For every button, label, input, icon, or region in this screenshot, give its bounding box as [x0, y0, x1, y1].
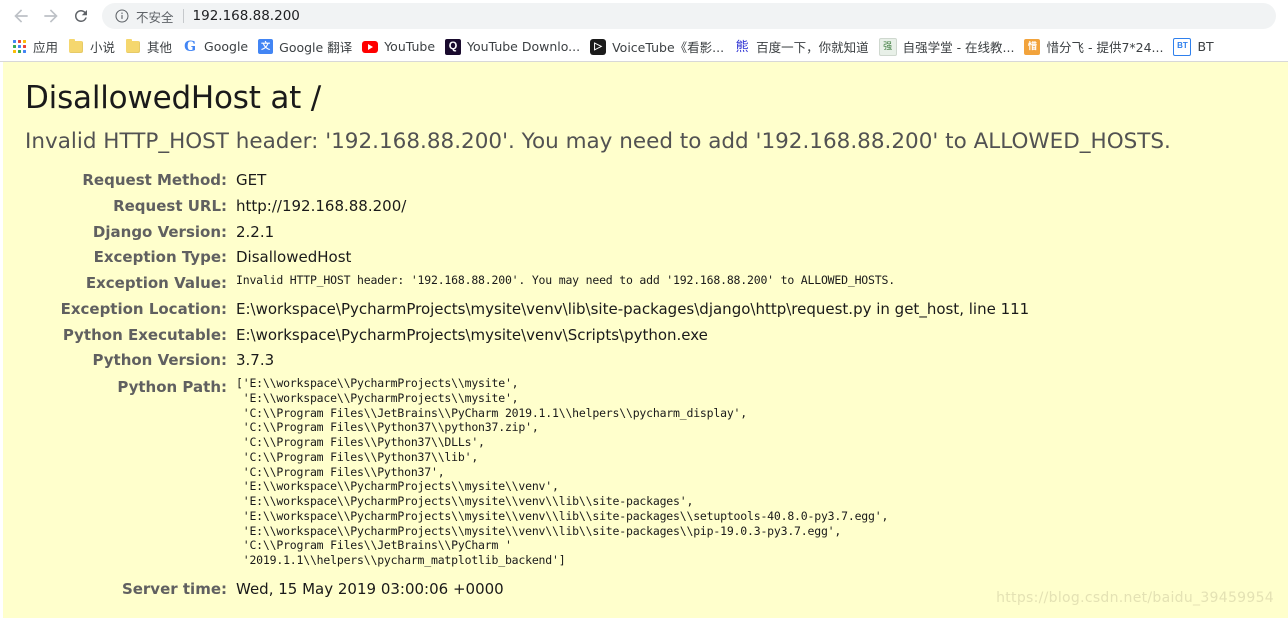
row-value: 2.2.1 [236, 222, 275, 241]
row-value: 3.7.3 [236, 351, 275, 370]
ziqiang-icon: 强 [878, 37, 897, 56]
bookmark-ziqiang[interactable]: 强 自强学堂 - 在线教... [876, 35, 1022, 59]
error-details-table: Request Method: GET Request URL: http://… [3, 168, 1030, 603]
bookmark-label: Google [204, 39, 249, 54]
bookmark-label: 其他 [147, 40, 173, 55]
row-value: E:\workspace\PycharmProjects\mysite\venv… [236, 299, 1030, 318]
row-label: Request Method: [82, 171, 227, 189]
bookmark-folder-xiaoshuo[interactable]: 小说 [65, 35, 122, 59]
bookmark-apps[interactable]: 应用 [8, 35, 65, 59]
bookmarks-bar: 应用 小说 其他 G Google 文 Google 翻译 YouTube Q … [0, 32, 1288, 62]
row-value: E:\workspace\PycharmProjects\mysite\venv… [236, 325, 708, 344]
row-label: Request URL: [113, 196, 227, 215]
bookmark-label: 百度一下，你就知道 [756, 40, 869, 55]
row-label: Python Version: [92, 351, 227, 370]
google-icon: G [184, 38, 197, 55]
row-value: GET [236, 171, 267, 189]
browser-chrome: 不安全 192.168.88.200 应用 小说 其他 G Google 文 G… [0, 0, 1288, 62]
bookmark-xifenfei[interactable]: 惜 惜分飞 - 提供7*24... [1021, 35, 1170, 59]
table-row: Request Method: GET [3, 168, 1029, 194]
bookmark-label: 惜分飞 - 提供7*24... [1046, 40, 1164, 55]
row-value: DisallowedHost [236, 248, 352, 267]
row-label: Exception Location: [60, 299, 227, 318]
row-value: http://192.168.88.200/ [236, 196, 407, 215]
google-translate-icon: 文 [258, 39, 274, 54]
row-label: Exception Type: [93, 248, 227, 267]
bookmark-label: Google 翻译 [279, 40, 353, 55]
error-details-body: Request Method: GET Request URL: http://… [3, 168, 1030, 603]
table-row: Request URL: http://192.168.88.200/ [3, 194, 1029, 220]
folder-icon [68, 38, 84, 55]
baidu-icon: 熊 [735, 39, 749, 54]
table-row: Python Executable: E:\workspace\PycharmP… [3, 323, 1029, 349]
row-label: Exception Value: [85, 274, 227, 292]
omnibox-divider [182, 9, 184, 23]
youtube-downloader-icon: Q [445, 38, 462, 55]
table-row-python-path: Python Path: ['E:\\workspace\\PycharmPro… [3, 374, 1029, 570]
row-label: Python Executable: [62, 325, 227, 344]
reload-icon [72, 7, 90, 25]
address-bar[interactable]: 不安全 192.168.88.200 [102, 3, 1276, 29]
table-row: Exception Value: Invalid HTTP_HOST heade… [3, 271, 1029, 297]
youtube-icon [362, 40, 379, 53]
bookmark-label: YouTube Downlo... [467, 39, 581, 54]
row-label: Python Path: [117, 378, 227, 396]
table-row: Exception Location: E:\workspace\Pycharm… [3, 297, 1030, 323]
row-value: Wed, 15 May 2019 03:00:06 +0000 [236, 579, 504, 598]
browser-toolbar: 不安全 192.168.88.200 [0, 0, 1288, 32]
reload-button[interactable] [66, 2, 96, 30]
bookmark-label: 应用 [33, 40, 59, 55]
row-value: ['E:\\workspace\\PycharmProjects\\mysite… [236, 374, 1029, 570]
bookmark-youtube-downloader[interactable]: Q YouTube Downlo... [442, 35, 587, 59]
back-button[interactable] [6, 2, 36, 30]
table-row: Django Version: 2.2.1 [3, 220, 1029, 246]
bookmark-voicetube[interactable]: ▷ VoiceTube《看影... [587, 35, 731, 59]
forward-arrow-icon [41, 6, 61, 26]
table-row: Python Version: 3.7.3 [3, 348, 1029, 374]
apps-grid-icon [11, 39, 27, 55]
bookmark-google-translate[interactable]: 文 Google 翻译 [255, 35, 359, 59]
bookmark-label: 小说 [90, 40, 116, 55]
xifenfei-icon: 惜 [1024, 38, 1041, 55]
security-status-label: 不安全 [136, 9, 174, 25]
bookmark-label: 自强学堂 - 在线教... [902, 40, 1015, 55]
bturl-icon: BT [1173, 37, 1192, 56]
folder-icon [125, 38, 141, 55]
bookmark-label: BT [1197, 39, 1214, 54]
row-value: Invalid HTTP_HOST header: '192.168.88.20… [236, 273, 895, 287]
bookmark-baidu[interactable]: 熊 百度一下，你就知道 [731, 35, 876, 59]
table-row: Exception Type: DisallowedHost [3, 245, 1029, 271]
bookmark-google[interactable]: G Google [179, 35, 255, 59]
bookmark-label: VoiceTube《看影... [612, 40, 725, 55]
bookmark-label: YouTube [384, 39, 436, 54]
row-label: Server time: [121, 579, 227, 598]
page-title: DisallowedHost at / [25, 80, 322, 116]
error-summary: Invalid HTTP_HOST header: '192.168.88.20… [25, 129, 1171, 154]
bookmark-youtube[interactable]: YouTube [359, 35, 442, 59]
forward-button[interactable] [36, 2, 66, 30]
bookmark-bturl[interactable]: BT BT [1170, 35, 1220, 59]
info-circle-icon[interactable] [114, 8, 130, 24]
bookmark-folder-qita[interactable]: 其他 [122, 35, 179, 59]
django-error-page: DisallowedHost at / Invalid HTTP_HOST he… [0, 62, 1288, 618]
url-text[interactable]: 192.168.88.200 [193, 8, 300, 24]
voicetube-icon: ▷ [590, 38, 607, 55]
table-row-server-time: Server time: Wed, 15 May 2019 03:00:06 +… [3, 570, 1029, 603]
row-label: Django Version: [92, 222, 227, 241]
python-path-list: ['E:\\workspace\\PycharmProjects\\mysite… [236, 376, 889, 568]
back-arrow-icon [11, 6, 31, 26]
watermark: https://blog.csdn.net/baidu_39459954 [996, 590, 1274, 606]
